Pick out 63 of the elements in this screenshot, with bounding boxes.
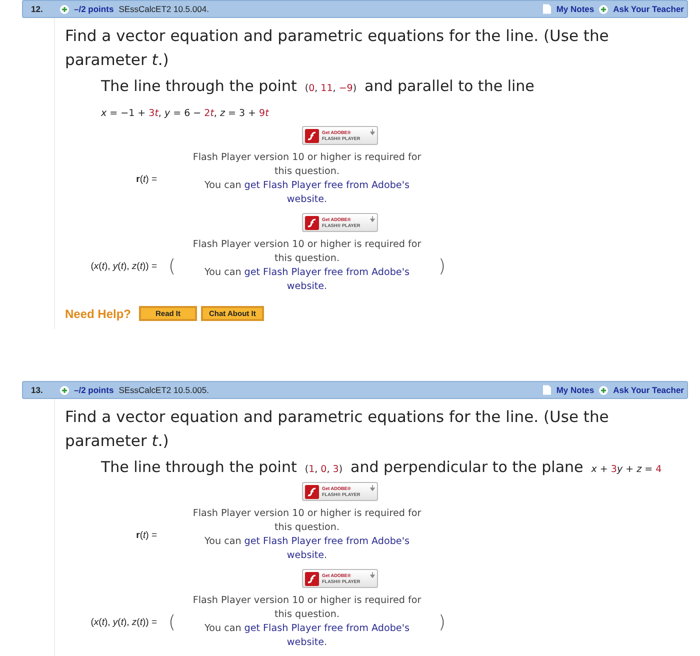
flash-required-message: Flash Player version 10 or higher is required for this question.: [192, 151, 422, 179]
plus-icon: [599, 4, 608, 14]
flash-required-message: Flash Player version 10 or higher is required for this question.: [192, 594, 422, 622]
period-text: .: [324, 550, 328, 561]
flash-logo-icon: [305, 572, 319, 586]
ask-teacher-link[interactable]: Ask Your Teacher: [613, 4, 684, 14]
adobe-download-link[interactable]: get Flash Player free from Adobe's: [244, 623, 410, 634]
question-code: SEssCalcET2 10.5.005.: [118, 385, 209, 395]
adobe-download-link[interactable]: website: [286, 194, 324, 205]
statement-text: The line through the point: [101, 77, 297, 95]
answer-label: r(t) =: [136, 174, 157, 184]
flash-logo-icon: [305, 216, 319, 230]
download-arrow-icon: [370, 216, 375, 222]
adobe-download-link[interactable]: website: [286, 637, 324, 648]
period-text: .: [324, 194, 328, 205]
question-code: SEssCalcET2 10.5.004.: [118, 4, 209, 14]
answer-label: (x(t), y(t), z(t)) =: [90, 616, 157, 628]
question-number: 12.: [31, 4, 44, 14]
note-icon: [543, 4, 552, 14]
flash-required-message: Flash Player version 10 or higher is required for this question.: [192, 238, 422, 266]
download-arrow-icon: [370, 572, 375, 578]
answer-label: r(t) =: [136, 530, 157, 540]
period-text: .: [324, 637, 328, 648]
point-coordinates: (0, 11, −9): [304, 83, 357, 94]
plus-icon: [60, 386, 69, 394]
download-arrow-icon: [370, 129, 375, 135]
my-notes-link[interactable]: My Notes: [556, 4, 594, 14]
close-parenthesis: ): [438, 256, 446, 276]
adobe-download-link[interactable]: get Flash Player free from Adobe's: [244, 536, 410, 547]
close-parenthesis: ): [438, 612, 446, 632]
message-text: You can: [204, 623, 242, 634]
statement-text: and parallel to the line: [364, 77, 534, 95]
adobe-download-link[interactable]: get Flash Player free from Adobe's: [244, 180, 410, 191]
points-label: –/2 points: [74, 385, 114, 395]
statement-text: The line through the point: [101, 458, 297, 476]
message-text: You can: [204, 180, 242, 191]
statement-text: and perpendicular to the plane: [350, 458, 584, 476]
my-notes-link[interactable]: My Notes: [556, 385, 594, 395]
open-parenthesis: (: [168, 612, 176, 632]
flash-required-message: Flash Player version 10 or higher is required for this question.: [192, 507, 422, 535]
note-icon: [543, 385, 552, 395]
question-number: 13.: [31, 385, 44, 395]
ask-teacher-link[interactable]: Ask Your Teacher: [613, 385, 684, 395]
equation: x + 3y + z = 4: [591, 464, 662, 475]
open-parenthesis: (: [168, 256, 176, 276]
question-prompt: Find a vector equation and parametric equations for the line. (Use the parameter t.): [65, 26, 610, 71]
plus-icon: [599, 386, 608, 394]
message-text: You can: [204, 267, 242, 278]
adobe-download-link[interactable]: website: [286, 281, 324, 292]
download-arrow-icon: [370, 485, 375, 491]
adobe-download-link[interactable]: get Flash Player free from Adobe's: [244, 267, 410, 278]
question-prompt: Find a vector equation and parametric equations for the line. (Use the parameter t.): [65, 407, 610, 452]
point-coordinates: (1, 0, 3): [304, 464, 343, 475]
flash-logo-icon: [305, 484, 319, 498]
points-label: –/2 points: [74, 4, 114, 14]
need-help-label: Need Help?: [65, 306, 132, 320]
message-text: You can: [204, 536, 242, 547]
flash-logo-icon: [305, 128, 319, 142]
adobe-download-link[interactable]: website: [286, 550, 324, 561]
plus-icon: [60, 4, 69, 14]
answer-label: (x(t), y(t), z(t)) =: [90, 260, 157, 272]
period-text: .: [324, 281, 328, 292]
equation: x = −1 + 3t, y = 6 − 2t, z = 3 + 9t: [101, 108, 269, 119]
